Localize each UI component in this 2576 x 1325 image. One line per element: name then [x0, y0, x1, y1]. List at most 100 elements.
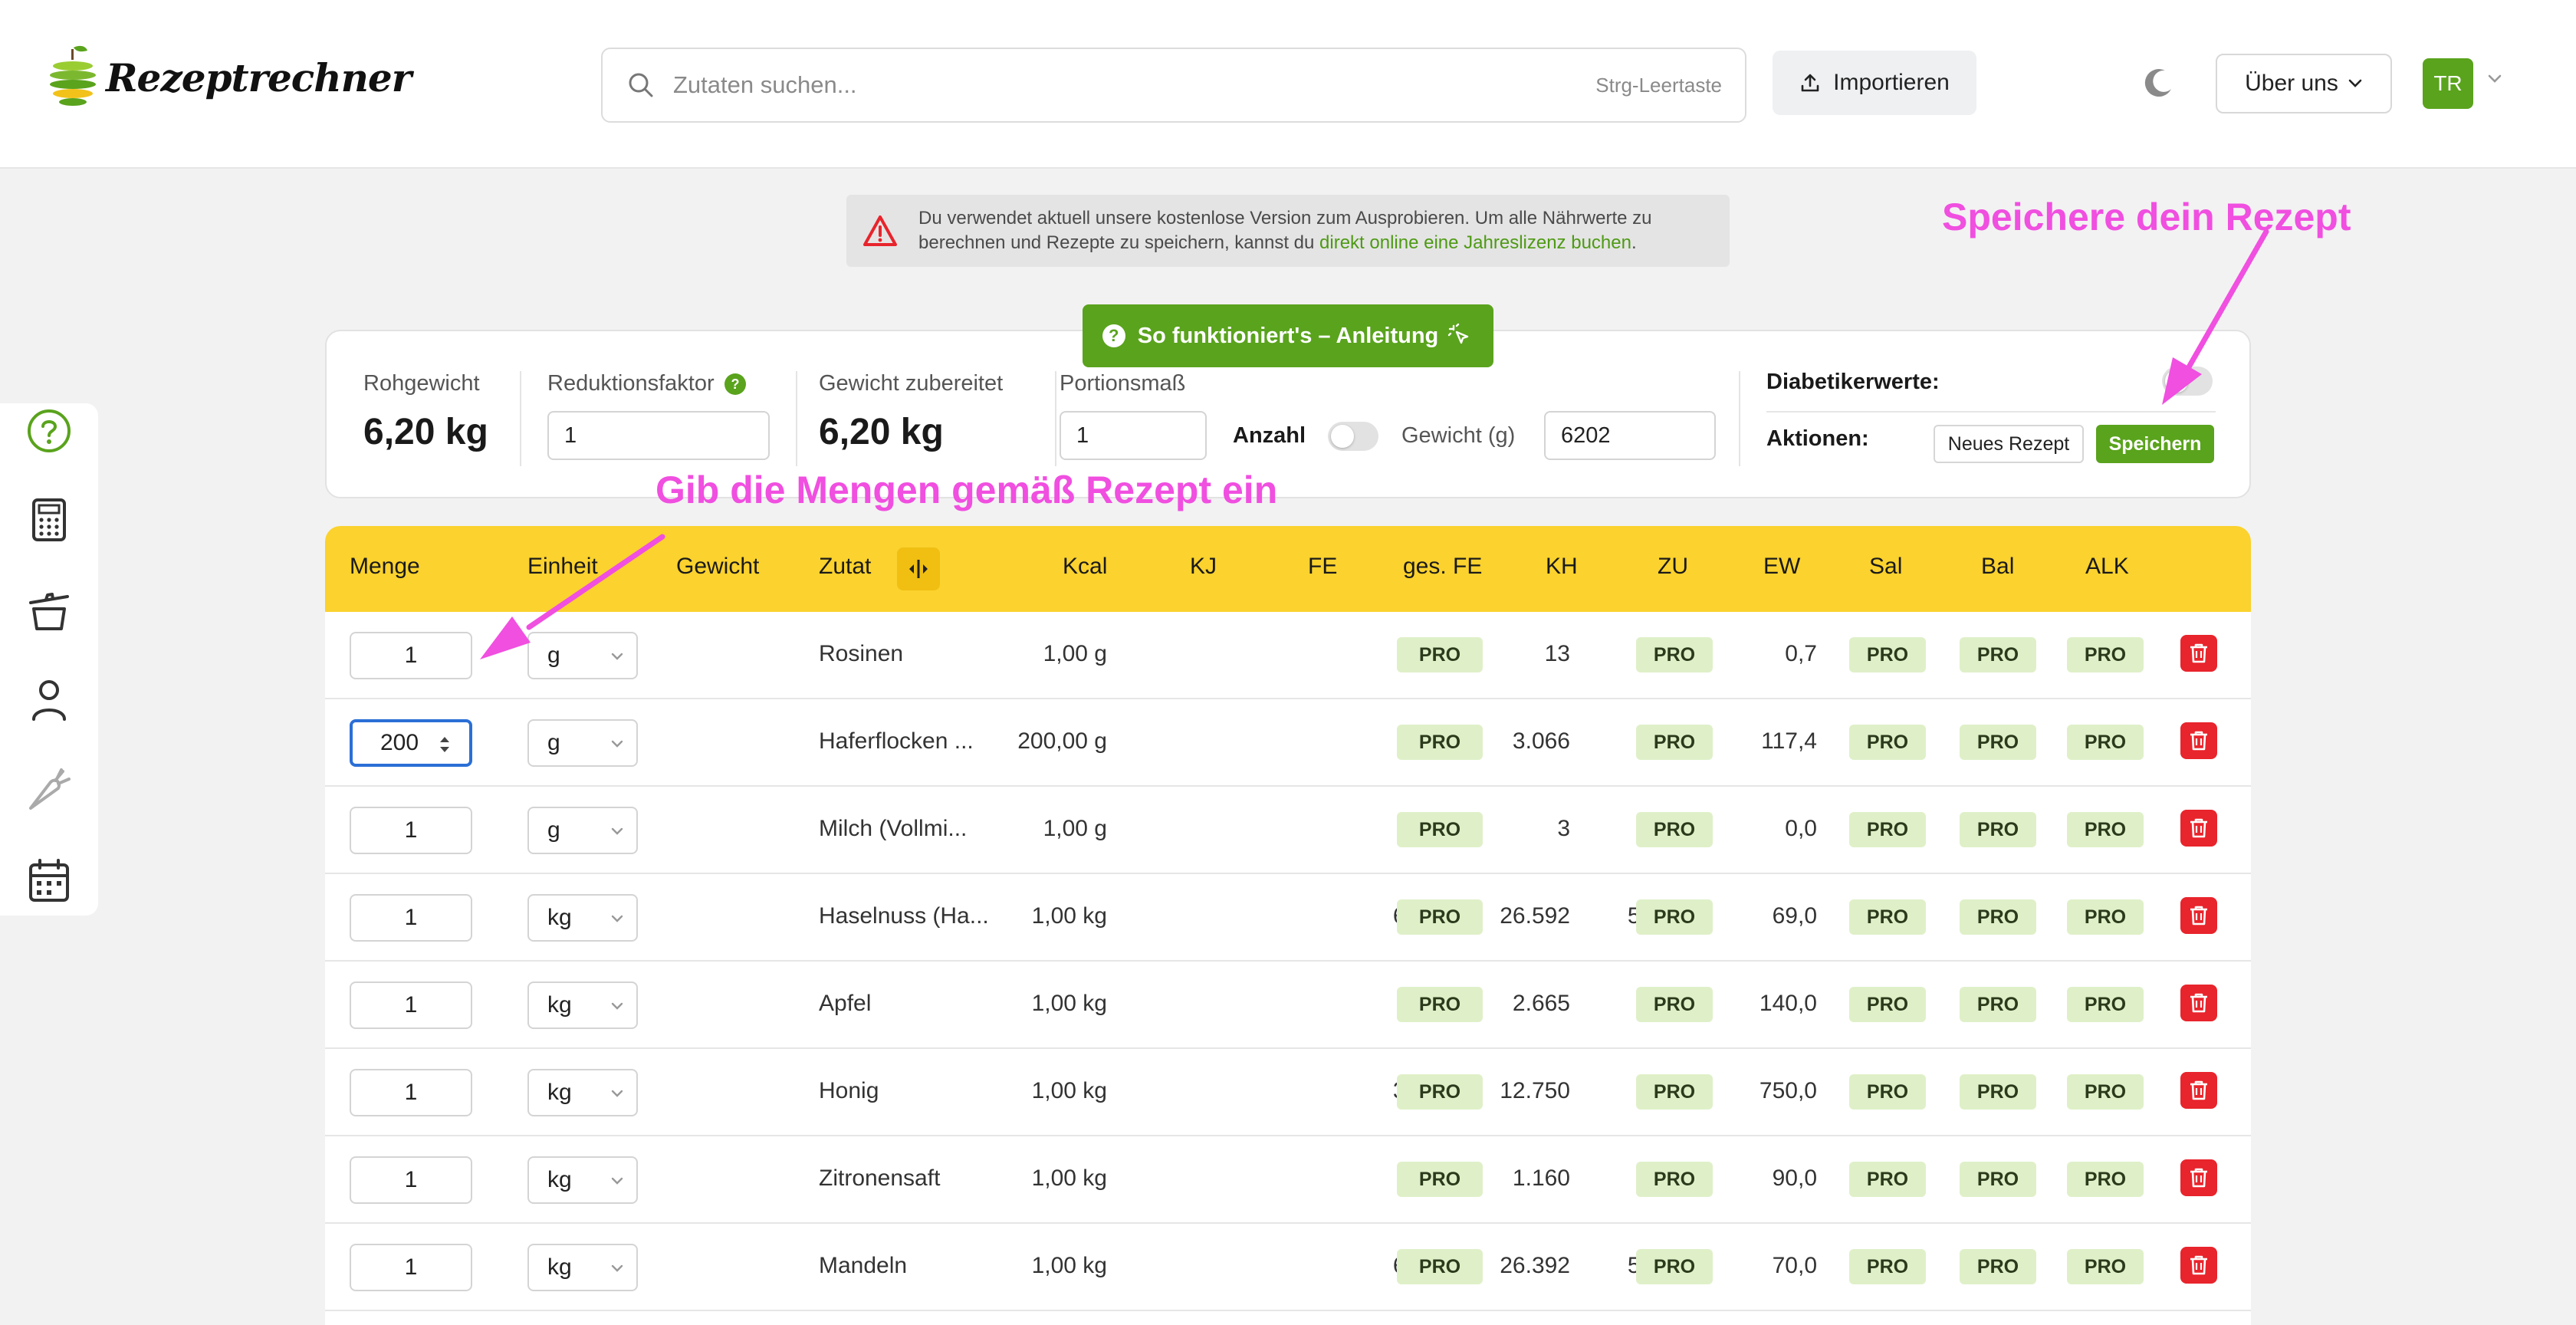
- delete-button[interactable]: [2180, 722, 2217, 759]
- ingredient-name[interactable]: Mandeln: [819, 1253, 907, 1279]
- pro-badge-zu[interactable]: PRO: [1636, 1074, 1713, 1110]
- pro-badge-sal[interactable]: PRO: [1849, 987, 1926, 1022]
- column-resize-icon[interactable]: [897, 547, 940, 590]
- pro-badge-alk[interactable]: PRO: [2067, 812, 2144, 847]
- reduktionsfaktor-input[interactable]: [547, 411, 770, 460]
- col-fe[interactable]: FE: [1308, 554, 1337, 580]
- delete-button[interactable]: [2180, 635, 2217, 672]
- ingredient-name[interactable]: Honig: [819, 1078, 879, 1104]
- col-kj[interactable]: KJ: [1190, 554, 1217, 580]
- carrot-icon[interactable]: [25, 765, 74, 814]
- guide-button[interactable]: ? So funktioniert's – Anleitung: [1083, 304, 1493, 367]
- delete-button[interactable]: [2180, 1159, 2217, 1196]
- delete-button[interactable]: [2180, 1072, 2217, 1109]
- user-icon[interactable]: [25, 675, 74, 724]
- quantity-input[interactable]: 1: [350, 1069, 472, 1116]
- calculator-icon[interactable]: [25, 495, 74, 544]
- unit-select[interactable]: g: [527, 807, 638, 854]
- ingredient-name[interactable]: Milch (Vollmi...: [819, 816, 967, 842]
- pro-badge-bal[interactable]: PRO: [1960, 1074, 2036, 1110]
- pro-badge-bal[interactable]: PRO: [1960, 812, 2036, 847]
- unit-select[interactable]: kg: [527, 894, 638, 942]
- col-alk[interactable]: ALK: [2085, 554, 2129, 580]
- calendar-icon[interactable]: [25, 856, 74, 905]
- portionsmass-input[interactable]: [1060, 411, 1207, 460]
- pro-badge-ges-fe[interactable]: PRO: [1397, 1074, 1483, 1110]
- import-button[interactable]: Importieren: [1773, 51, 1976, 115]
- pro-badge-ges-fe[interactable]: PRO: [1397, 987, 1483, 1022]
- gewicht-g-input[interactable]: [1544, 411, 1716, 460]
- pro-badge-bal[interactable]: PRO: [1960, 1249, 2036, 1284]
- pro-badge-sal[interactable]: PRO: [1849, 1074, 1926, 1110]
- unit-select[interactable]: g: [527, 719, 638, 767]
- pro-badge-alk[interactable]: PRO: [2067, 899, 2144, 935]
- quantity-input[interactable]: 1: [350, 1244, 472, 1291]
- pro-badge-ges-fe[interactable]: PRO: [1397, 1249, 1483, 1284]
- stepper-arrows-icon[interactable]: [437, 733, 452, 756]
- unit-select[interactable]: kg: [527, 1156, 638, 1204]
- diabetikerwerte-toggle[interactable]: [2162, 367, 2213, 396]
- col-gewicht[interactable]: Gewicht: [676, 554, 759, 580]
- pro-badge-zu[interactable]: PRO: [1636, 899, 1713, 935]
- col-kcal[interactable]: Kcal: [1063, 554, 1107, 580]
- pro-badge-zu[interactable]: PRO: [1636, 725, 1713, 760]
- pro-badge-ges-fe[interactable]: PRO: [1397, 725, 1483, 760]
- ingredient-name[interactable]: Rosinen: [819, 641, 903, 667]
- pro-badge-bal[interactable]: PRO: [1960, 637, 2036, 672]
- pro-badge-zu[interactable]: PRO: [1636, 812, 1713, 847]
- anzahl-gewicht-toggle[interactable]: [1328, 422, 1378, 451]
- quantity-input[interactable]: 1: [350, 632, 472, 679]
- avatar[interactable]: TR: [2423, 58, 2473, 109]
- help-icon[interactable]: ?: [724, 373, 747, 396]
- unit-select[interactable]: kg: [527, 1069, 638, 1116]
- pro-badge-zu[interactable]: PRO: [1636, 1162, 1713, 1197]
- chevron-down-icon[interactable]: [2487, 74, 2502, 84]
- pro-badge-sal[interactable]: PRO: [1849, 637, 1926, 672]
- ingredient-name[interactable]: Haselnuss (Ha...: [819, 903, 989, 929]
- brand-logo[interactable]: Rezeptrechner: [46, 43, 412, 112]
- col-einheit[interactable]: Einheit: [527, 554, 598, 580]
- unit-select[interactable]: kg: [527, 1244, 638, 1291]
- moon-icon[interactable]: [2142, 66, 2176, 100]
- unit-select[interactable]: g: [527, 632, 638, 679]
- help-icon[interactable]: [25, 406, 74, 455]
- ingredient-name[interactable]: Zitronensaft: [819, 1166, 940, 1192]
- col-ew[interactable]: EW: [1763, 554, 1800, 580]
- quantity-input[interactable]: 1: [350, 1156, 472, 1204]
- save-recipe-button[interactable]: Speichern: [2096, 425, 2214, 463]
- pro-badge-alk[interactable]: PRO: [2067, 1162, 2144, 1197]
- pro-badge-bal[interactable]: PRO: [1960, 987, 2036, 1022]
- delete-button[interactable]: [2180, 897, 2217, 934]
- delete-button[interactable]: [2180, 985, 2217, 1021]
- col-bal[interactable]: Bal: [1981, 554, 2014, 580]
- pro-badge-sal[interactable]: PRO: [1849, 812, 1926, 847]
- col-sal[interactable]: Sal: [1869, 554, 1902, 580]
- pro-badge-alk[interactable]: PRO: [2067, 1074, 2144, 1110]
- col-kh[interactable]: KH: [1546, 554, 1578, 580]
- col-ges-fe[interactable]: ges. FE: [1403, 554, 1482, 580]
- pro-badge-zu[interactable]: PRO: [1636, 1249, 1713, 1284]
- pro-badge-alk[interactable]: PRO: [2067, 987, 2144, 1022]
- delete-button[interactable]: [2180, 810, 2217, 847]
- pro-badge-sal[interactable]: PRO: [1849, 1162, 1926, 1197]
- pro-badge-sal[interactable]: PRO: [1849, 725, 1926, 760]
- ingredient-name[interactable]: Apfel: [819, 991, 871, 1017]
- search-bar[interactable]: Strg-Leertaste: [601, 48, 1746, 123]
- license-link[interactable]: direkt online eine Jahreslizenz buchen: [1319, 232, 1631, 253]
- pro-badge-ges-fe[interactable]: PRO: [1397, 812, 1483, 847]
- quantity-input[interactable]: 1: [350, 807, 472, 854]
- quantity-input[interactable]: 1: [350, 981, 472, 1029]
- pro-badge-zu[interactable]: PRO: [1636, 637, 1713, 672]
- quantity-input[interactable]: 1: [350, 894, 472, 942]
- pro-badge-sal[interactable]: PRO: [1849, 899, 1926, 935]
- pro-badge-ges-fe[interactable]: PRO: [1397, 899, 1483, 935]
- pro-badge-bal[interactable]: PRO: [1960, 899, 2036, 935]
- quantity-input[interactable]: 200: [350, 719, 472, 767]
- new-recipe-button[interactable]: Neues Rezept: [1934, 425, 2084, 463]
- about-us-dropdown[interactable]: Über uns: [2216, 54, 2392, 113]
- pro-badge-bal[interactable]: PRO: [1960, 725, 2036, 760]
- pro-badge-alk[interactable]: PRO: [2067, 725, 2144, 760]
- pro-badge-alk[interactable]: PRO: [2067, 1249, 2144, 1284]
- pro-badge-alk[interactable]: PRO: [2067, 637, 2144, 672]
- pro-badge-bal[interactable]: PRO: [1960, 1162, 2036, 1197]
